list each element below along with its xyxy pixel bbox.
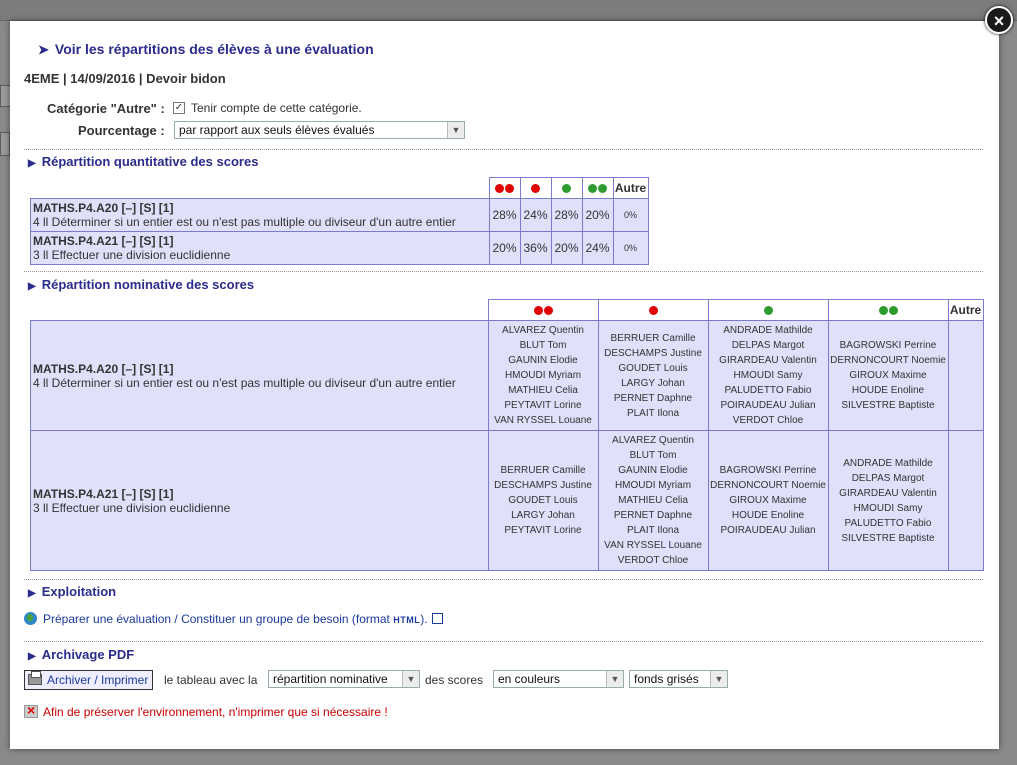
names-cell — [947, 430, 984, 571]
pct-cell: 0% — [612, 198, 649, 232]
pct-cell: 20% — [581, 198, 614, 232]
names-cell: BAGROWSKI Perrine DERNONCOURT Noemie GIR… — [827, 320, 949, 431]
table-row: MATHS.P4.A21 [–] [S] [1] 3 ll Effectuer u… — [30, 430, 984, 571]
names-cell: ALVAREZ Quentin BLUT Tom GAUNIN Elodie H… — [597, 430, 709, 571]
section-title: Archivage PDF — [41, 647, 135, 662]
header-very-low — [488, 177, 521, 199]
names-cell: BERRUER Camille DESCHAMPS Justine GOUDET… — [487, 430, 599, 571]
header-low — [597, 299, 709, 321]
checkbox-icon: ✓ — [174, 102, 184, 113]
printer-icon — [28, 671, 42, 685]
section-exploitation[interactable]: ▶ Exploitation — [28, 584, 116, 599]
section-quantitative[interactable]: ▶ Répartition quantitative des scores — [28, 154, 258, 169]
triangle-right-icon: ▶ — [28, 158, 36, 169]
section-nominative[interactable]: ▶ Répartition nominative des scores — [28, 277, 254, 292]
names-cell: ALVAREZ Quentin BLUT Tom GAUNIN Elodie H… — [487, 320, 599, 431]
evaluation-subtitle: 4EME | 14/09/2016 | Devoir bidon — [24, 71, 226, 86]
background-tab — [0, 132, 10, 156]
item-cell: MATHS.P4.A20 [–] [S] [1] 4 ll Déterminer … — [30, 320, 489, 431]
item-cell: MATHS.P4.A21 [–] [S] [1] 3 ll Effectuer u… — [30, 430, 489, 571]
distribution-select-value: répartition nominative — [273, 672, 388, 686]
separator — [24, 579, 983, 580]
archive-print-button[interactable]: Archiver / Imprimer — [24, 670, 154, 690]
pct-cell: 24% — [519, 198, 552, 232]
names-cell: BAGROWSKI Perrine DERNONCOURT Noemie GIR… — [707, 430, 829, 571]
nominative-table: Autre MATHS.P4.A20 [–] [S] [1] 4 ll Déter… — [30, 299, 984, 571]
prepare-evaluation-link[interactable]: Préparer une évaluation / Constituer un … — [43, 612, 443, 626]
modal-dialog: ➤ Voir les répartitions des élèves à une … — [10, 21, 999, 749]
header-low — [519, 177, 552, 199]
names-cell — [947, 320, 984, 431]
header-very-low — [487, 299, 599, 321]
background-select[interactable]: fonds grisés ▼ — [629, 670, 728, 688]
chevron-down-icon: ▼ — [402, 671, 419, 687]
chevron-down-icon: ▼ — [710, 671, 727, 687]
close-icon[interactable]: × — [985, 6, 1013, 34]
background-toolbar — [0, 0, 1017, 21]
background-select-value: fonds grisés — [634, 672, 699, 686]
chevron-down-icon: ▼ — [447, 122, 464, 138]
triangle-right-icon: ▶ — [28, 588, 36, 599]
header-very-high — [581, 177, 614, 199]
section-title: Répartition quantitative des scores — [41, 154, 259, 169]
pct-cell: 28% — [488, 198, 521, 232]
archive-print-label: Archiver / Imprimer — [47, 673, 149, 687]
quantitative-table: Autre MATHS.P4.A20 [–] [S] [1] 4 ll Déter… — [30, 177, 649, 265]
color-select[interactable]: en couleurs ▼ — [493, 670, 624, 688]
separator — [24, 271, 983, 272]
table-row: MATHS.P4.A21 [–] [S] [1] 3 ll Effectuer u… — [30, 231, 649, 265]
separator — [24, 149, 983, 150]
percent-select-value: par rapport aux seuls élèves évalués — [179, 123, 375, 137]
percent-label: Pourcentage : — [78, 123, 165, 138]
header-high — [550, 177, 583, 199]
pct-cell: 20% — [488, 231, 521, 265]
separator — [24, 641, 983, 642]
names-cell: ANDRADE Mathilde DELPAS Margot GIRARDEAU… — [707, 320, 829, 431]
section-title: Exploitation — [41, 584, 117, 599]
pct-cell: 20% — [550, 231, 583, 265]
pct-cell: 0% — [612, 231, 649, 265]
header-high — [707, 299, 829, 321]
print-warning: Afin de préserver l'environnement, n'imp… — [43, 705, 388, 719]
pct-cell: 28% — [550, 198, 583, 232]
category-checkbox[interactable]: ✓ — [173, 102, 185, 114]
distribution-select[interactable]: répartition nominative ▼ — [268, 670, 420, 688]
pct-cell: 24% — [581, 231, 614, 265]
table-row: MATHS.P4.A20 [–] [S] [1] 4 ll Déterminer … — [30, 320, 984, 431]
archive-text-1: le tableau avec la — [164, 673, 258, 687]
chevron-down-icon: ▼ — [606, 671, 623, 687]
globe-icon — [24, 612, 37, 625]
table-row: MATHS.P4.A20 [–] [S] [1] 4 ll Déterminer … — [30, 198, 649, 232]
modal-title: ➤ Voir les répartitions des élèves à une … — [38, 41, 374, 58]
section-archive[interactable]: ▶ Archivage PDF — [28, 647, 134, 662]
header-very-high — [827, 299, 949, 321]
modal-title-text: Voir les répartitions des élèves à une é… — [54, 41, 374, 57]
color-select-value: en couleurs — [498, 672, 561, 686]
archive-text-2: des scores — [425, 673, 484, 687]
pct-cell: 36% — [519, 231, 552, 265]
triangle-right-icon: ▶ — [28, 281, 36, 292]
category-checkbox-label[interactable]: Tenir compte de cette catégorie. — [191, 101, 362, 115]
category-label: Catégorie "Autre" : — [47, 101, 165, 116]
names-cell: BERRUER Camille DESCHAMPS Justine GOUDET… — [597, 320, 709, 431]
item-cell: MATHS.P4.A21 [–] [S] [1] 3 ll Effectuer u… — [30, 231, 490, 265]
external-link-icon[interactable] — [431, 613, 443, 624]
triangle-right-icon: ▶ — [28, 651, 36, 662]
names-cell: ANDRADE Mathilde DELPAS Margot GIRARDEAU… — [827, 430, 949, 571]
header-other: Autre — [612, 177, 649, 199]
section-title: Répartition nominative des scores — [41, 277, 255, 292]
chevron-right-icon: ➤ — [38, 42, 49, 57]
item-cell: MATHS.P4.A20 [–] [S] [1] 4 ll Déterminer … — [30, 198, 490, 232]
percent-select[interactable]: par rapport aux seuls élèves évalués ▼ — [174, 121, 465, 139]
no-print-icon — [24, 702, 38, 718]
header-other: Autre — [947, 299, 984, 321]
